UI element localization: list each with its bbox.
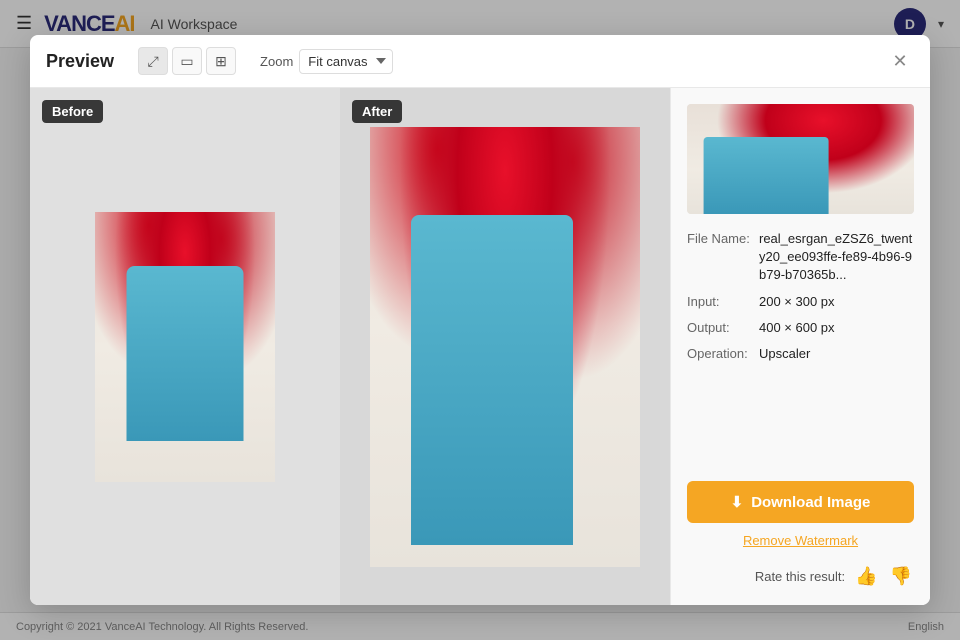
view-controls: ⤢ ▭ ⊞	[138, 47, 236, 75]
after-image	[370, 127, 640, 567]
output-label: Output:	[687, 319, 759, 337]
output-row: Output: 400 × 600 px	[687, 319, 914, 337]
rate-label: Rate this result:	[755, 569, 845, 584]
filename-value: real_esrgan_eZSZ6_twenty20_ee093ffe-fe89…	[759, 230, 914, 285]
download-label: Download Image	[751, 494, 870, 511]
filename-label: File Name:	[687, 230, 759, 248]
thumb-photo	[687, 104, 914, 214]
operation-row: Operation: Upscaler	[687, 345, 914, 363]
thumbs-down-button[interactable]: 👎	[888, 564, 914, 589]
zoom-label: Zoom	[260, 54, 293, 69]
input-value: 200 × 300 px	[759, 293, 835, 311]
image-thumbnail	[687, 104, 914, 214]
zoom-control: Zoom Fit canvas 50% 75% 100% 150% 200%	[260, 49, 393, 74]
output-value: 400 × 600 px	[759, 319, 835, 337]
file-info: File Name: real_esrgan_eZSZ6_twenty20_ee…	[687, 230, 914, 371]
modal-overlay: Preview ⤢ ▭ ⊞ Zoom Fit canvas 50% 75% 10…	[0, 0, 960, 640]
input-row: Input: 200 × 300 px	[687, 293, 914, 311]
download-icon: ⬇	[731, 493, 744, 511]
input-label: Input:	[687, 293, 759, 311]
preview-modal: Preview ⤢ ▭ ⊞ Zoom Fit canvas 50% 75% 10…	[30, 35, 930, 605]
after-panel: After	[340, 88, 670, 605]
before-photo	[95, 212, 275, 482]
after-label: After	[352, 100, 402, 123]
modal-body: Before After	[30, 88, 930, 605]
download-button[interactable]: ⬇ Download Image	[687, 481, 914, 523]
zoom-select[interactable]: Fit canvas 50% 75% 100% 150% 200%	[299, 49, 393, 74]
info-panel: File Name: real_esrgan_eZSZ6_twenty20_ee…	[670, 88, 930, 605]
before-label: Before	[42, 100, 103, 123]
view-grid-btn[interactable]: ⊞	[206, 47, 236, 75]
modal-header: Preview ⤢ ▭ ⊞ Zoom Fit canvas 50% 75% 10…	[30, 35, 930, 88]
filename-row: File Name: real_esrgan_eZSZ6_twenty20_ee…	[687, 230, 914, 285]
operation-label: Operation:	[687, 345, 759, 363]
before-image	[95, 212, 275, 482]
rate-row: Rate this result: 👍 👎	[687, 564, 914, 589]
view-side-btn[interactable]: ▭	[172, 47, 202, 75]
modal-title: Preview	[46, 51, 114, 72]
view-split-btn[interactable]: ⤢	[138, 47, 168, 75]
thumbs-up-button[interactable]: 👍	[853, 564, 879, 589]
close-button[interactable]: ✕	[886, 47, 914, 75]
before-panel: Before	[30, 88, 340, 605]
preview-area: Before After	[30, 88, 670, 605]
after-photo	[370, 127, 640, 567]
operation-value: Upscaler	[759, 345, 810, 363]
info-spacer	[687, 387, 914, 481]
remove-watermark-link[interactable]: Remove Watermark	[687, 533, 914, 548]
